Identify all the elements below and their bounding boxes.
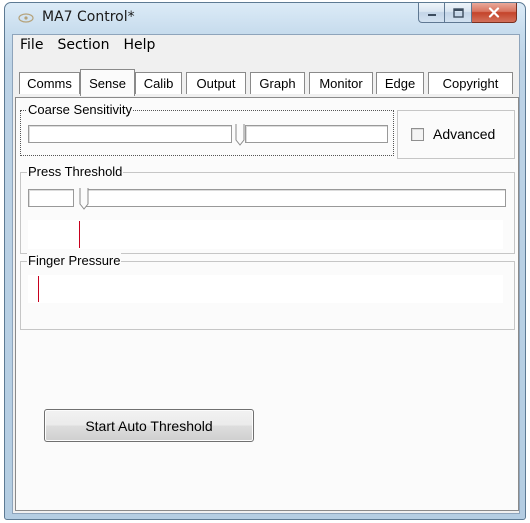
tab-edge[interactable]: Edge [376,72,424,94]
menu-file[interactable]: File [13,37,50,53]
coarse-sensitivity-label: Coarse Sensitivity [27,102,134,118]
finger-pressure-marker [38,276,39,302]
press-threshold-track[interactable] [83,189,506,207]
menu-bar: File Section Help [13,35,519,56]
press-threshold-value-box[interactable] [28,189,74,207]
advanced-checkbox[interactable] [411,128,424,141]
coarse-sensitivity-thumb[interactable] [235,124,245,146]
tab-comms[interactable]: Comms [19,72,80,94]
press-threshold-label: Press Threshold [27,164,124,180]
close-button[interactable] [472,3,517,23]
caption-buttons [418,3,517,24]
tab-label: Sense [89,75,126,91]
tab-graph[interactable]: Graph [250,72,305,94]
tab-label: Copyright [442,76,499,91]
window-title: MA7 Control* [42,9,135,25]
tab-strip: Comms Sense Calib Output Graph Monitor E… [13,69,519,96]
press-threshold-bar [28,220,503,249]
title-bar[interactable]: MA7 Control* [5,3,525,35]
client-area: File Section Help Comms Sense Calib Outp… [12,34,520,514]
close-icon [488,7,500,18]
menu-help[interactable]: Help [116,37,162,53]
menu-section[interactable]: Section [50,37,116,53]
tab-calib[interactable]: Calib [135,72,182,94]
tab-label: Monitor [319,76,363,91]
tab-sense[interactable]: Sense [80,69,135,96]
finger-pressure-bar [28,275,503,303]
tab-label: Calib [143,76,174,91]
coarse-sensitivity-group: Coarse Sensitivity [20,102,394,156]
maximize-icon [452,7,464,18]
finger-pressure-label: Finger Pressure [27,253,122,269]
advanced-group: Advanced [397,110,515,159]
press-threshold-group: Press Threshold [20,164,515,254]
minimize-icon [427,13,436,16]
app-icon [18,13,34,23]
start-auto-threshold-button[interactable]: Start Auto Threshold [44,409,254,442]
tab-copyright[interactable]: Copyright [428,72,513,94]
main-window: MA7 Control* File Section Help Comms Sen… [4,2,526,520]
minimize-button[interactable] [418,3,445,23]
tab-label: Edge [384,76,416,91]
tab-label: Output [196,76,236,91]
press-threshold-marker [79,221,80,248]
tab-output[interactable]: Output [186,72,246,94]
advanced-label: Advanced [433,126,496,142]
tab-label: Graph [259,76,296,91]
maximize-button[interactable] [445,3,472,23]
tab-page-sense: Coarse Sensitivity Advanced Press Thresh… [15,97,519,511]
coarse-sensitivity-track-left[interactable] [28,125,232,143]
tab-monitor[interactable]: Monitor [309,72,373,94]
press-threshold-thumb[interactable] [79,188,89,210]
start-auto-threshold-label: Start Auto Threshold [85,417,213,434]
coarse-sensitivity-track-right[interactable] [245,125,388,143]
finger-pressure-group: Finger Pressure [20,253,515,330]
tab-label: Comms [27,76,72,91]
